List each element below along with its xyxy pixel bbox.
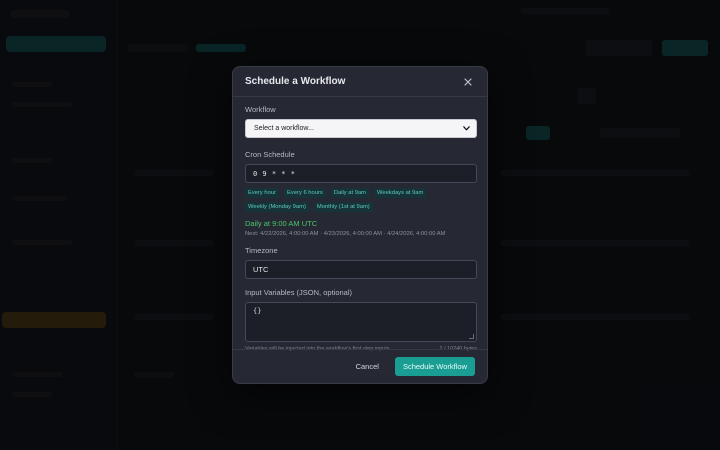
cron-schedule-input[interactable]: 0 9 * * *	[245, 164, 477, 183]
workflow-label: Workflow	[245, 105, 276, 114]
close-icon	[464, 77, 472, 86]
timezone-label: Timezone	[245, 246, 278, 255]
resize-handle-icon[interactable]	[469, 334, 474, 339]
preset-daily-9am[interactable]: Daily at 9am	[330, 188, 370, 198]
cron-presets: Every hour Every 6 hours Daily at 9am We…	[245, 188, 477, 212]
preset-every-6-hours[interactable]: Every 6 hours	[284, 188, 326, 198]
preset-monthly-1st-9am[interactable]: Monthly (1st at 9am)	[313, 202, 373, 212]
preset-weekly-monday-9am[interactable]: Weekly (Monday 9am)	[245, 202, 309, 212]
dialog-body: Workflow Select a workflow... Cron Sched…	[233, 97, 487, 352]
preset-weekdays-9am[interactable]: Weekdays at 9am	[374, 188, 427, 198]
cron-description: Daily at 9:00 AM UTC	[245, 219, 318, 228]
cron-next-runs: Next: 4/22/2026, 4:00:00 AM · 4/23/2026,…	[245, 231, 446, 237]
dialog-title: Schedule a Workflow	[245, 76, 346, 87]
input-variables-textarea[interactable]: {}	[245, 302, 477, 342]
workflow-select-value: Select a workflow...	[254, 125, 314, 132]
dialog-footer: Cancel Schedule Workflow	[233, 349, 487, 383]
schedule-workflow-dialog: Schedule a Workflow Workflow Select a wo…	[232, 66, 488, 384]
preset-every-hour[interactable]: Every hour	[245, 188, 280, 198]
cancel-button[interactable]: Cancel	[350, 358, 385, 375]
chevron-down-icon	[463, 126, 470, 131]
close-button[interactable]	[461, 75, 475, 89]
schedule-workflow-button[interactable]: Schedule Workflow	[394, 357, 475, 376]
dialog-header: Schedule a Workflow	[233, 67, 487, 97]
cron-schedule-label: Cron Schedule	[245, 150, 295, 159]
timezone-input[interactable]: UTC	[245, 260, 477, 279]
input-variables-label: Input Variables (JSON, optional)	[245, 288, 352, 297]
workflow-select[interactable]: Select a workflow...	[245, 119, 477, 138]
input-variables-value: {}	[253, 307, 262, 315]
